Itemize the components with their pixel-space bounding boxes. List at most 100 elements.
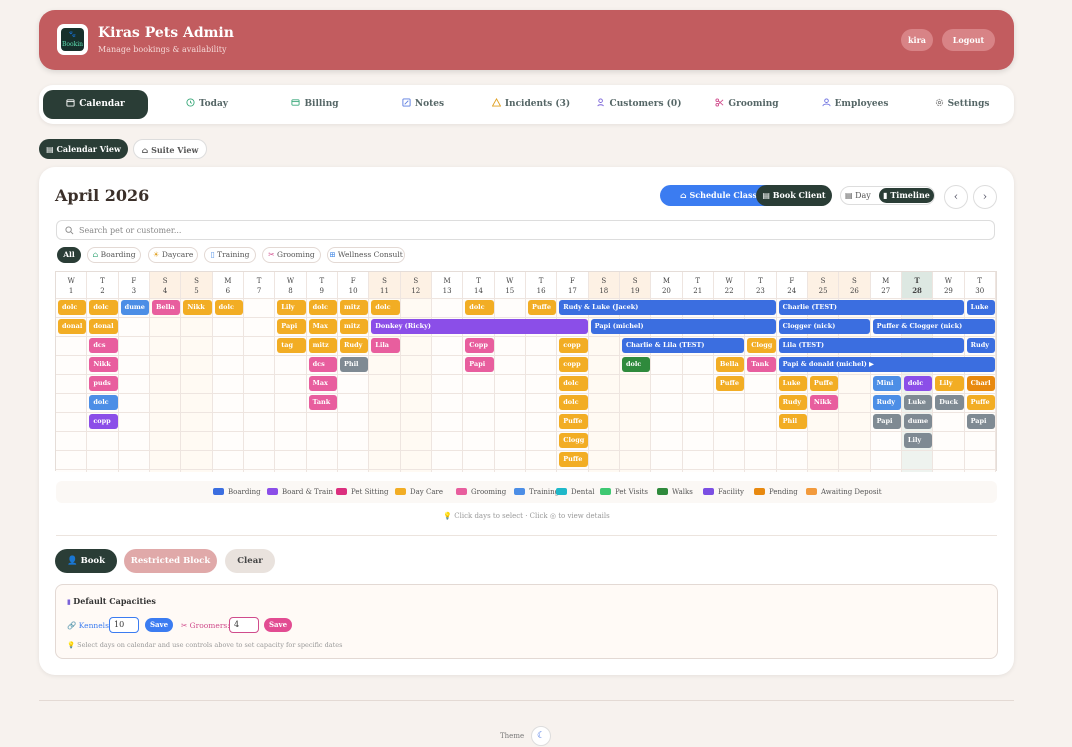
booking-bar[interactable]: dolc bbox=[214, 300, 243, 315]
booking-bar[interactable]: dolc bbox=[465, 300, 494, 315]
booking-bar[interactable]: Luke bbox=[966, 300, 995, 315]
day-header[interactable]: T 23 bbox=[745, 272, 777, 298]
booking-bar[interactable]: dcs bbox=[89, 338, 118, 353]
booking-bar[interactable]: tag bbox=[277, 338, 306, 353]
suite-view-toggle[interactable]: ⌂ Suite View bbox=[133, 139, 207, 159]
day-header[interactable]: F 10 bbox=[337, 272, 370, 298]
day-header[interactable]: W8 bbox=[275, 272, 307, 298]
booking-bar[interactable]: Lila (TEST) bbox=[778, 338, 964, 353]
book-client-button[interactable]: ▤ Book Client bbox=[756, 185, 832, 206]
booking-bar[interactable]: dolc bbox=[89, 395, 118, 410]
day-mode-button[interactable]: ▤ Day bbox=[845, 187, 871, 204]
booking-bar[interactable]: mitz bbox=[308, 338, 337, 353]
booking-bar[interactable]: Phil bbox=[339, 357, 369, 372]
booking-bar[interactable]: donal bbox=[89, 319, 118, 334]
booking-bar[interactable]: dolc bbox=[903, 376, 933, 391]
day-header[interactable]: S 12 bbox=[400, 272, 432, 298]
booking-bar[interactable]: Rudy bbox=[778, 395, 807, 410]
booking-bar[interactable]: Papi bbox=[966, 414, 995, 429]
timeline-mode-button[interactable]: ▮ Timeline bbox=[879, 188, 934, 203]
booking-bar[interactable]: Lily bbox=[903, 433, 933, 448]
tab-incidents[interactable]: Incidents (3) bbox=[481, 90, 581, 119]
booking-bar[interactable]: Phil bbox=[778, 414, 807, 429]
filter-grooming[interactable]: ✂ Grooming bbox=[262, 247, 321, 263]
day-column[interactable] bbox=[149, 298, 182, 472]
booking-bar[interactable]: Copp bbox=[465, 338, 494, 353]
booking-bar[interactable]: donal bbox=[58, 319, 87, 334]
kennels-input[interactable]: 10 bbox=[109, 617, 139, 633]
groomers-save-button[interactable]: Save bbox=[264, 618, 292, 632]
search-input[interactable]: Search pet or customer... bbox=[56, 220, 995, 240]
day-header[interactable]: S 19 bbox=[619, 272, 652, 298]
booking-bar[interactable]: copp bbox=[559, 357, 588, 372]
booking-bar[interactable]: Clogg bbox=[559, 433, 588, 448]
booking-bar[interactable]: Papi bbox=[872, 414, 901, 429]
booking-bar[interactable]: dolc bbox=[89, 300, 118, 315]
day-header[interactable]: S5 bbox=[181, 272, 213, 298]
user-button[interactable]: kira bbox=[901, 29, 933, 51]
day-header[interactable]: T2 bbox=[87, 272, 119, 298]
filter-boarding[interactable]: ⌂ Boarding bbox=[87, 247, 141, 263]
booking-bar[interactable]: Bella bbox=[151, 300, 181, 315]
filter-all[interactable]: All bbox=[57, 247, 81, 263]
booking-bar[interactable]: Lily bbox=[935, 376, 964, 391]
filter-daycare[interactable]: ☀ Daycare bbox=[148, 247, 198, 263]
booking-bar[interactable]: dolc bbox=[308, 300, 337, 315]
booking-bar[interactable]: copp bbox=[559, 338, 588, 353]
booking-bar[interactable]: dume bbox=[120, 300, 149, 315]
tab-billing[interactable]: Billing bbox=[265, 90, 365, 119]
filter-training[interactable]: ▯ Training bbox=[204, 247, 256, 263]
booking-bar[interactable]: Puffer & Clogger (nick) bbox=[872, 319, 995, 334]
booking-bar[interactable]: dcs bbox=[308, 357, 337, 372]
booking-bar[interactable]: Papi bbox=[277, 319, 306, 334]
booking-bar[interactable]: dolc bbox=[58, 300, 87, 315]
book-button[interactable]: 👤 Book bbox=[55, 549, 117, 573]
tab-customers[interactable]: Customers (0) bbox=[589, 90, 689, 119]
tab-settings[interactable]: Settings bbox=[912, 90, 1012, 119]
booking-bar[interactable]: dume bbox=[903, 414, 933, 429]
day-header[interactable]: T 28 bbox=[901, 272, 934, 298]
day-column[interactable] bbox=[118, 298, 150, 472]
day-header[interactable]: S4 bbox=[149, 272, 182, 298]
booking-bar[interactable]: Duck bbox=[935, 395, 964, 410]
booking-bar[interactable]: Clogger (nick) bbox=[778, 319, 870, 334]
booking-bar[interactable]: Luke bbox=[778, 376, 807, 391]
booking-bar[interactable]: Puffe bbox=[715, 376, 745, 391]
booking-bar[interactable]: dolc bbox=[371, 300, 400, 315]
theme-toggle-button[interactable]: ☾ bbox=[531, 726, 551, 746]
booking-bar[interactable]: Nikk bbox=[183, 300, 212, 315]
day-header[interactable]: M6 bbox=[212, 272, 244, 298]
booking-bar[interactable]: Papi (michel) bbox=[590, 319, 776, 334]
booking-bar[interactable]: Puffe bbox=[559, 452, 588, 467]
booking-bar[interactable]: Papi bbox=[465, 357, 494, 372]
booking-bar[interactable]: Charl bbox=[966, 376, 995, 391]
booking-bar[interactable]: Luke bbox=[903, 395, 933, 410]
booking-bar[interactable]: dolc bbox=[559, 376, 588, 391]
restricted-block-button[interactable]: Restricted Block bbox=[124, 549, 217, 573]
next-month-button[interactable]: › bbox=[973, 185, 997, 209]
calendar-view-toggle[interactable]: ▤ Calendar View bbox=[39, 139, 128, 159]
booking-bar[interactable]: Puffe bbox=[966, 395, 995, 410]
day-column[interactable] bbox=[212, 298, 244, 472]
booking-bar[interactable]: Lily bbox=[277, 300, 306, 315]
booking-bar[interactable]: Donkey (Ricky) bbox=[371, 319, 588, 334]
day-header[interactable]: T9 bbox=[306, 272, 338, 298]
booking-bar[interactable]: Tank bbox=[747, 357, 776, 372]
booking-bar[interactable]: dolc bbox=[621, 357, 651, 372]
day-header[interactable]: M 13 bbox=[431, 272, 464, 298]
day-header[interactable]: M 20 bbox=[651, 272, 683, 298]
booking-bar[interactable]: Rudy & Luke (Jacek) bbox=[559, 300, 776, 315]
day-header[interactable]: T7 bbox=[243, 272, 276, 298]
booking-bar[interactable]: Charlie (TEST) bbox=[778, 300, 964, 315]
booking-bar[interactable]: copp bbox=[89, 414, 118, 429]
day-header[interactable]: S 18 bbox=[588, 272, 620, 298]
kennels-save-button[interactable]: Save bbox=[145, 618, 173, 632]
booking-bar[interactable]: Nikk bbox=[89, 357, 118, 372]
day-header[interactable]: F 24 bbox=[776, 272, 808, 298]
booking-bar[interactable]: Bella bbox=[715, 357, 745, 372]
tab-notes[interactable]: Notes bbox=[373, 90, 473, 119]
booking-bar[interactable]: dolc bbox=[559, 395, 588, 410]
booking-bar[interactable]: Lila bbox=[371, 338, 400, 353]
booking-bar[interactable]: puds bbox=[89, 376, 118, 391]
day-header[interactable]: F3 bbox=[118, 272, 150, 298]
